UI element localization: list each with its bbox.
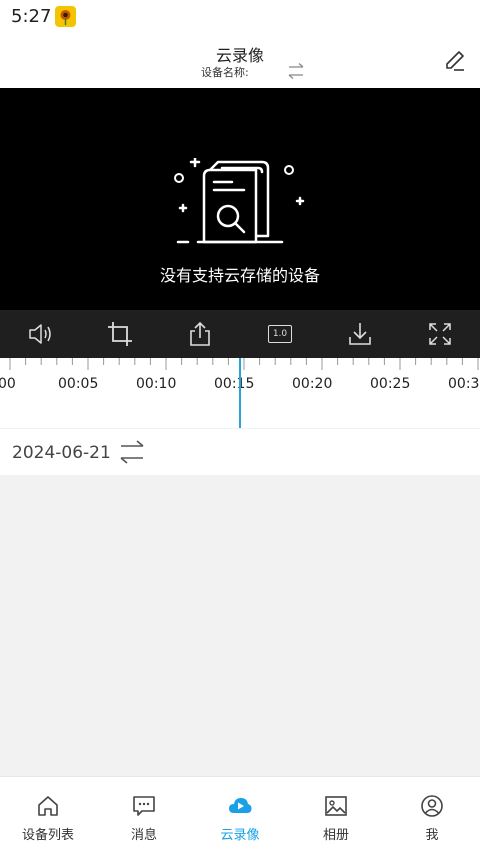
status-bar: 5:27 <box>0 0 480 34</box>
mute-button[interactable] <box>0 310 80 358</box>
share-button[interactable] <box>160 310 240 358</box>
date-row: 2024-06-21 <box>0 429 480 475</box>
nav-label: 消息 <box>130 828 157 843</box>
time-label: 00:25 <box>370 376 411 392</box>
edit-icon[interactable] <box>442 48 468 74</box>
nav-label: 相册 <box>322 828 349 843</box>
fullscreen-icon <box>429 323 451 345</box>
selected-date[interactable]: 2024-06-21 <box>12 443 111 463</box>
timeline-playhead[interactable] <box>239 358 241 428</box>
empty-document-search-icon <box>174 158 305 244</box>
nav-item-messages[interactable]: 消息 <box>96 777 192 854</box>
speed-label: 1.0 <box>268 325 292 343</box>
nav-label: 设备列表 <box>21 828 74 843</box>
player-toolbar: 1.0 <box>0 310 480 358</box>
time-label: 00 <box>0 376 16 392</box>
nav-label: 我 <box>425 828 439 843</box>
crop-icon <box>108 322 132 346</box>
video-player[interactable]: 没有支持云存储的设备 <box>0 88 480 310</box>
app-notification-icon <box>55 6 76 27</box>
page-title: 云录像 <box>215 46 264 65</box>
download-button[interactable] <box>320 310 400 358</box>
cloud-play-icon <box>229 798 252 813</box>
switch-date-icon[interactable] <box>118 439 146 465</box>
device-name-label: 设备名称: <box>201 66 249 79</box>
message-icon <box>133 796 155 816</box>
crop-button[interactable] <box>80 310 160 358</box>
nav-item-cloud-recording[interactable]: 云录像 <box>192 777 288 854</box>
switch-device-icon[interactable] <box>286 62 306 80</box>
bottom-nav: 设备列表 消息 云录像 相册 我 <box>0 776 480 854</box>
fullscreen-button[interactable] <box>400 310 480 358</box>
nav-item-device-list[interactable]: 设备列表 <box>0 777 96 854</box>
speed-button[interactable]: 1.0 <box>240 310 320 358</box>
time-label: 00:30 <box>448 376 480 392</box>
nav-item-me[interactable]: 我 <box>384 777 480 854</box>
time-label: 00:20 <box>292 376 333 392</box>
home-icon <box>38 796 58 816</box>
profile-icon <box>421 795 443 817</box>
status-time: 5:27 <box>11 6 52 27</box>
volume-icon <box>29 324 51 344</box>
time-label: 00:15 <box>214 376 255 392</box>
empty-message: 没有支持云存储的设备 <box>159 266 320 285</box>
nav-item-album[interactable]: 相册 <box>288 777 384 854</box>
nav-label: 云录像 <box>220 828 260 843</box>
time-label: 00:05 <box>58 376 99 392</box>
time-label: 00:10 <box>136 376 177 392</box>
timeline[interactable]: 00 00:05 00:10 00:15 00:20 00:25 00:30 <box>0 358 480 428</box>
share-icon <box>190 321 210 346</box>
header: 云录像 设备名称: <box>0 34 480 88</box>
album-icon <box>325 796 347 816</box>
download-icon <box>349 323 371 345</box>
